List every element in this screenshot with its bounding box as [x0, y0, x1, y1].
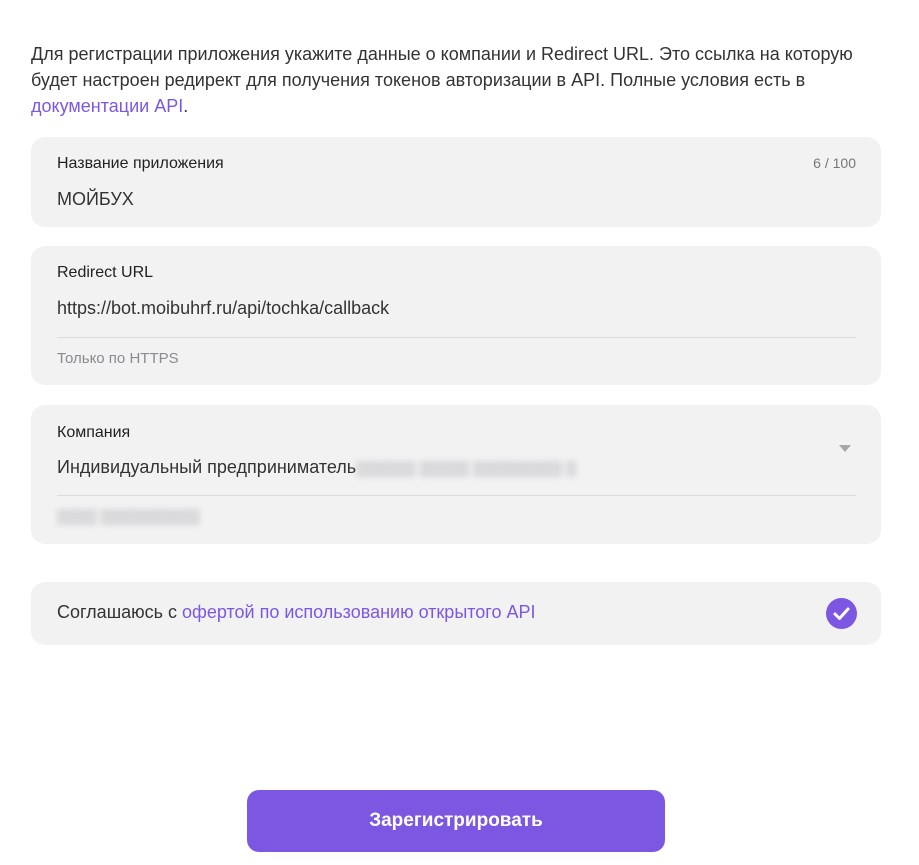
- blurred-inn: ▒▒▒▒ ▒▒▒▒▒▒▒▒▒▒: [57, 508, 200, 525]
- company-selected-value[interactable]: Индивидуальный предприниматель▒▒▒▒▒▒ ▒▒▒…: [57, 457, 576, 478]
- agreement-text-prefix: Соглашаюсь с: [57, 602, 183, 622]
- app-name-field[interactable]: Название приложения 6 / 100 МОЙБУХ: [31, 137, 881, 227]
- company-name: Индивидуальный предприниматель: [57, 457, 357, 477]
- app-name-label: Название приложения: [57, 155, 224, 172]
- blurred-company-details: ▒▒▒▒▒▒ ▒▒▒▒▒ ▒▒▒▒▒▒▒▒▒ ▒: [356, 460, 577, 477]
- app-registration-form: Для регистрации приложения укажите данны…: [0, 0, 919, 865]
- chevron-down-icon[interactable]: [839, 445, 851, 452]
- agreement-checkbox[interactable]: [826, 598, 857, 629]
- app-name-input[interactable]: МОЙБУХ: [57, 189, 134, 210]
- agreement-text: Соглашаюсь с офертой по использованию от…: [57, 602, 536, 623]
- company-select[interactable]: Компания Индивидуальный предприниматель▒…: [31, 405, 881, 544]
- company-label: Компания: [57, 424, 131, 441]
- register-button[interactable]: Зарегистрировать: [247, 790, 665, 852]
- agreement-row[interactable]: Соглашаюсь с офертой по использованию от…: [31, 582, 881, 645]
- redirect-url-input[interactable]: https://bot.moibuhrf.ru/api/tochka/callb…: [57, 298, 389, 319]
- app-name-counter: 6 / 100: [813, 155, 856, 171]
- redirect-url-field[interactable]: Redirect URL https://bot.moibuhrf.ru/api…: [31, 246, 881, 385]
- redirect-url-label: Redirect URL: [57, 264, 154, 281]
- api-offer-link[interactable]: офертой по использованию открытого API: [182, 602, 535, 622]
- checkmark-icon: [833, 607, 850, 620]
- redirect-url-divider: [57, 337, 856, 338]
- intro-text-before: Для регистрации приложения укажите данны…: [31, 44, 853, 90]
- api-docs-link[interactable]: документации API: [31, 96, 183, 116]
- company-details-blurred: ▒▒▒▒ ▒▒▒▒▒▒▒▒▒▒: [57, 507, 200, 524]
- company-divider: [57, 495, 856, 496]
- intro-text: Для регистрации приложения укажите данны…: [31, 41, 881, 119]
- redirect-url-hint: Только по HTTPS: [57, 350, 179, 367]
- intro-text-after: .: [183, 96, 189, 116]
